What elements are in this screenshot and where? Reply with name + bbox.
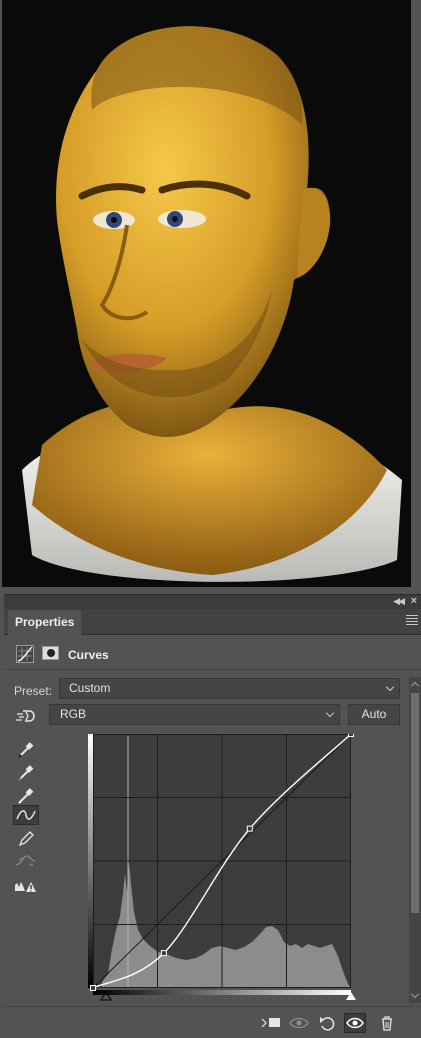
curve-control-point[interactable] (246, 825, 253, 832)
curves-adjustment-icon[interactable] (16, 645, 34, 663)
output-gradient-bar (88, 734, 93, 988)
scroll-down-icon[interactable] (410, 989, 420, 999)
trash-icon[interactable] (376, 1013, 398, 1033)
document-canvas[interactable] (2, 0, 411, 587)
close-panel-button[interactable]: × (411, 595, 417, 607)
preset-label: Preset: (14, 684, 53, 698)
preset-value: Custom (69, 681, 111, 695)
curve-control-point[interactable] (160, 950, 167, 957)
input-gradient-bar (93, 990, 351, 995)
auto-button[interactable]: Auto (348, 704, 400, 725)
panel-menu-icon[interactable] (406, 615, 418, 625)
curves-graph[interactable] (88, 734, 356, 1002)
eyedropper-white-icon[interactable] (13, 785, 39, 805)
curve-control-point[interactable] (348, 734, 354, 737)
curve-edit-icon[interactable] (13, 805, 39, 825)
smooth-icon[interactable] (13, 851, 39, 871)
scroll-thumb[interactable] (411, 693, 419, 913)
adjustment-header: Curves (4, 636, 421, 670)
preset-dropdown[interactable]: Custom (59, 678, 400, 699)
chevron-down-icon (325, 708, 335, 718)
panel-tab-strip: Properties (4, 609, 421, 636)
portrait-image (2, 0, 411, 587)
chevron-down-icon (385, 682, 395, 692)
tab-properties[interactable]: Properties (8, 610, 82, 636)
collapse-panel-button[interactable]: ◀◀ (393, 596, 405, 607)
view-previous-icon[interactable] (288, 1013, 310, 1033)
channel-value: RGB (60, 707, 87, 721)
reset-icon[interactable] (316, 1013, 338, 1033)
clip-to-layer-icon[interactable] (260, 1013, 282, 1033)
canvas-area (0, 0, 421, 592)
target-adjustment-icon[interactable] (15, 708, 37, 724)
panel-title: Curves (68, 648, 109, 662)
eyedropper-black-icon[interactable] (13, 739, 39, 759)
panel-scrollbar[interactable] (409, 677, 421, 1003)
curve-control-point[interactable] (90, 985, 96, 991)
properties-panel: ◀◀ × Properties Curves Preset: Custom RG… (4, 594, 421, 1035)
scroll-up-icon[interactable] (410, 681, 420, 691)
eyedropper-gray-icon[interactable] (13, 762, 39, 782)
pencil-icon[interactable] (13, 828, 39, 848)
clipping-warning-icon[interactable] (13, 877, 39, 897)
layer-mask-icon[interactable] (42, 646, 59, 660)
channel-dropdown[interactable]: RGB (49, 704, 340, 725)
visibility-eye-icon[interactable] (344, 1013, 366, 1033)
panel-title-bar: ◀◀ × (4, 595, 421, 609)
panel-bottom-bar (4, 1006, 421, 1036)
